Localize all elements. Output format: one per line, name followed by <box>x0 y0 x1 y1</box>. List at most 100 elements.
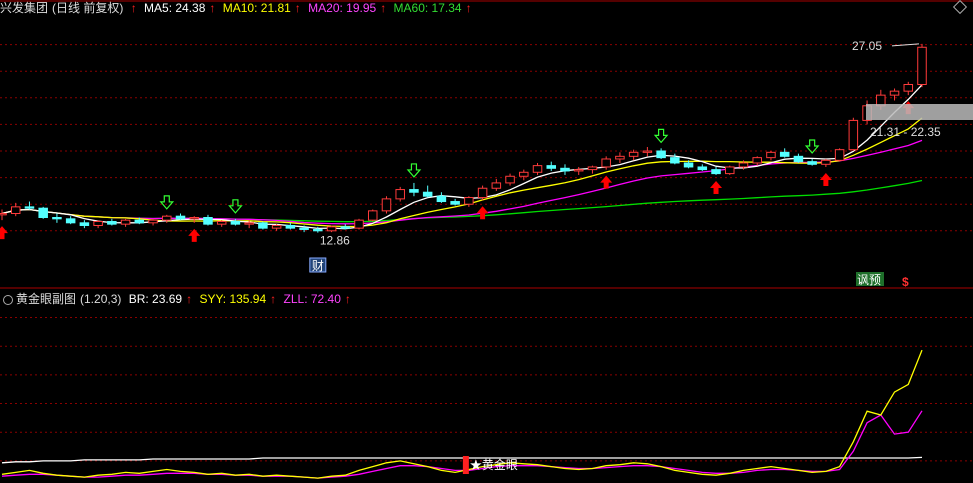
sell-arrow-icon <box>653 128 669 144</box>
candle-body <box>519 171 529 177</box>
candle-body <box>793 155 804 163</box>
forecast-badge: 讽预 <box>857 273 881 287</box>
candle-body <box>230 220 241 225</box>
candle-body <box>436 195 447 203</box>
candle-body <box>917 46 927 85</box>
ma60-arrow-icon: ↑ <box>465 1 472 15</box>
candle-body <box>766 151 776 159</box>
candle-body <box>107 220 117 225</box>
candle-body <box>367 210 378 221</box>
indicator-name[interactable]: 黄金眼副图 <box>16 292 76 306</box>
candle-body <box>725 166 735 175</box>
candle-body <box>505 175 515 184</box>
candle-body <box>697 166 708 171</box>
br-value: BR: 23.69 <box>128 292 183 306</box>
ma20-value: MA20: 19.95 <box>308 1 377 15</box>
candle-body <box>38 207 48 219</box>
candle-body <box>271 224 282 229</box>
ma10-arrow-icon: ↑ <box>294 1 301 15</box>
candle-body <box>477 187 488 199</box>
candle-body <box>326 226 337 232</box>
candle-body <box>546 165 557 169</box>
candle-body <box>189 217 199 220</box>
candle-body <box>807 161 817 165</box>
candle-body <box>354 219 364 229</box>
candle-body <box>628 151 639 157</box>
candle-body <box>821 159 831 165</box>
candle-body <box>258 222 268 229</box>
candle-body <box>409 189 419 193</box>
dollar-badge: $ <box>902 275 909 289</box>
ma5-arrow-icon: ↑ <box>209 1 216 15</box>
sell-arrow-icon <box>159 195 175 210</box>
candle-body <box>65 218 76 224</box>
candle-body <box>670 157 680 164</box>
candle-body <box>216 220 227 225</box>
finance-marker: 财 <box>312 259 324 273</box>
golden-eye-label: ★黄金眼 <box>470 457 518 472</box>
candle-body <box>656 150 666 159</box>
candle-body <box>340 226 351 229</box>
candle-body <box>779 151 790 157</box>
stock-name[interactable]: 兴发集团 <box>0 1 48 15</box>
syy-value: SYY: 135.94 <box>199 292 267 306</box>
sell-arrow-icon <box>406 163 422 178</box>
candle-body <box>642 150 653 153</box>
candle-body <box>162 215 172 221</box>
ma60-value: MA60: 17.34 <box>393 1 462 15</box>
candle-body <box>381 198 392 212</box>
range-label: 21.31 - 22.35 <box>870 125 941 139</box>
candle-body <box>491 182 502 189</box>
golden-eye-marker-bar <box>462 456 469 474</box>
candle-body <box>738 162 749 168</box>
ma5-value: MA5: 24.38 <box>144 1 206 15</box>
zll-value: ZLL: 72.40 <box>283 292 341 306</box>
candle-body <box>299 227 309 230</box>
candle-body <box>848 119 859 151</box>
high-price-label: 27.05 <box>852 39 882 53</box>
sell-arrow-icon <box>228 199 243 214</box>
candle-body <box>752 157 762 164</box>
candle-body <box>244 222 254 225</box>
candle-body <box>532 165 543 173</box>
buy-arrow-icon <box>0 226 8 240</box>
candle-body <box>93 220 103 226</box>
candle-body <box>79 222 90 226</box>
candle-body <box>203 217 213 225</box>
candle-body <box>711 169 721 175</box>
candle-body <box>422 191 433 197</box>
candle-body <box>395 189 405 200</box>
candle-body <box>148 219 158 224</box>
sub-chart-header: 黄金眼副图 (1.20,3) BR: 23.69 ↑ SYY: 135.94 ↑ ZL… <box>0 291 355 307</box>
candle-body <box>0 213 7 216</box>
candle-body <box>601 158 611 168</box>
up-arrow-icon: ↑ <box>130 1 137 15</box>
low-price-label: 12.86 <box>320 234 350 248</box>
buy-arrow-icon <box>710 180 723 194</box>
syy-arrow-icon: ↑ <box>270 292 277 306</box>
ma10-value: MA10: 21.81 <box>222 1 291 15</box>
candle-body <box>889 90 900 96</box>
candle-body <box>834 149 845 161</box>
ma10-line <box>1 117 923 228</box>
candle-body <box>450 201 460 205</box>
candle-body <box>560 167 570 172</box>
range-highlight-box <box>866 104 973 120</box>
chart-period: (日线 前复权) <box>52 1 124 15</box>
br-arrow-icon: ↑ <box>186 292 193 306</box>
candle-body <box>52 217 62 220</box>
chart-canvas[interactable]: 27.05 12.86 21.31 - 22.35 财讽预 $ ★黄金眼 <box>0 0 973 483</box>
zll-arrow-icon: ↑ <box>344 292 351 306</box>
candle-body <box>120 219 131 225</box>
br-line <box>1 456 923 464</box>
candle-body <box>134 219 145 224</box>
candle-body <box>313 228 323 232</box>
main-chart-header: 兴发集团 (日线 前复权) ↑ MA5: 24.38 ↑ MA10: 21.81 ↑ … <box>0 0 476 16</box>
candle-body <box>615 155 625 160</box>
collapse-circle-icon[interactable] <box>3 294 13 305</box>
buy-arrow-icon <box>476 206 489 220</box>
candle-body <box>464 197 474 205</box>
candle-body <box>285 224 296 229</box>
candle-body <box>573 169 584 172</box>
syy-line <box>1 349 923 479</box>
